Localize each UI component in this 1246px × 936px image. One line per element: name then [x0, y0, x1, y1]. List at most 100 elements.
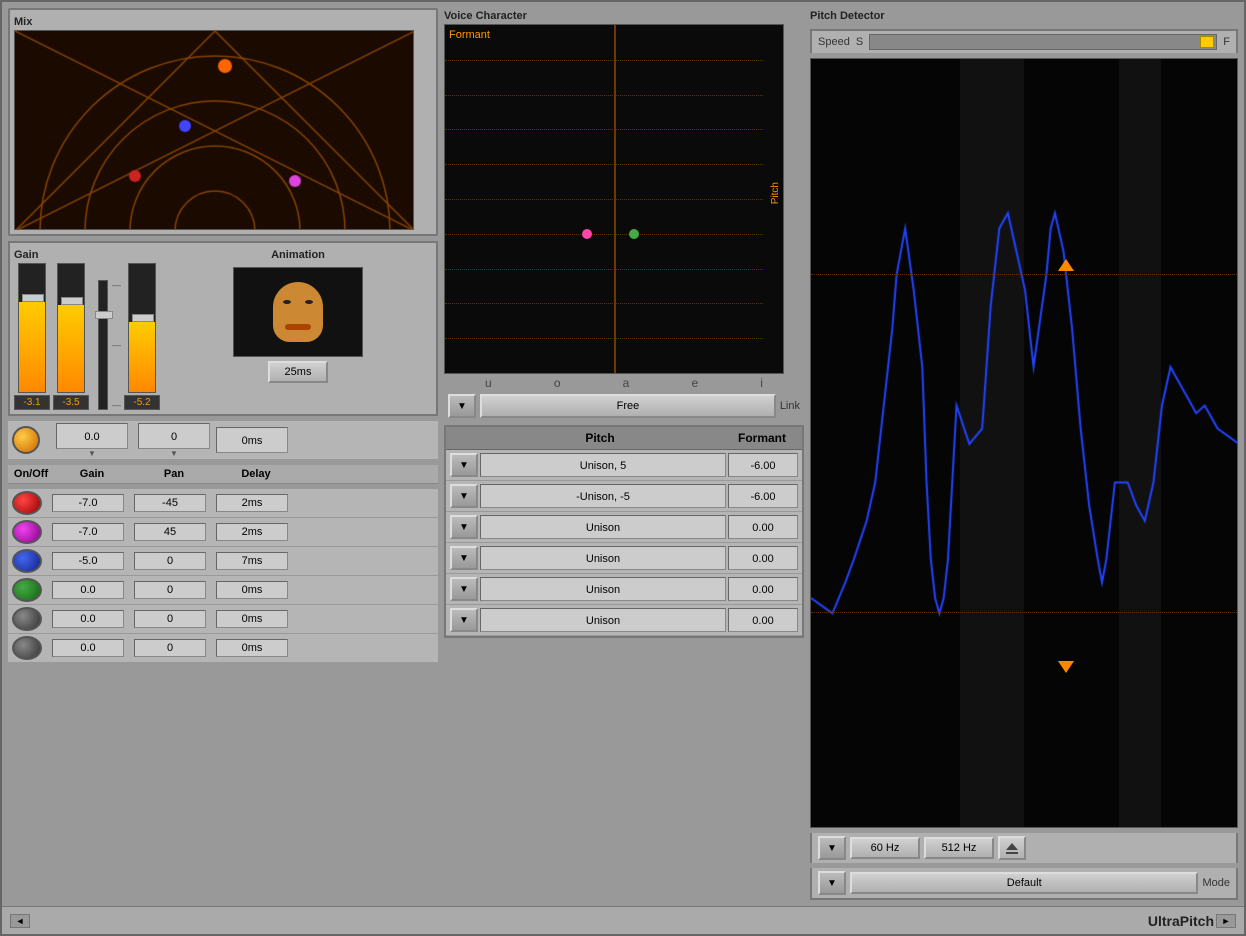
animation-delay-btn[interactable]: 25ms [268, 361, 328, 383]
v-fader-thumb[interactable] [95, 311, 113, 319]
top-pan-field[interactable]: 0 [138, 423, 210, 449]
vc-dot-pink[interactable] [582, 229, 592, 239]
voice1-delay[interactable]: 2ms [216, 494, 288, 512]
pf4-dropdown[interactable]: ▼ [450, 546, 478, 570]
voice2-pan[interactable]: 45 [134, 523, 206, 541]
voice4-delay[interactable]: 0ms [216, 581, 288, 599]
speed-label: Speed [818, 36, 850, 48]
pd-dropdown[interactable]: ▼ [818, 836, 846, 860]
scroll-left[interactable]: ◄ [10, 914, 30, 928]
voice4-onoff-btn[interactable] [12, 578, 42, 602]
voice-rows-container: -7.0 -45 2ms -7.0 [8, 489, 438, 663]
fader2-container: -3.5 [53, 263, 89, 410]
voice4-pan[interactable]: 0 [134, 581, 206, 599]
eye-right [305, 300, 313, 304]
mix-display: L R [14, 30, 414, 230]
pf4-formant[interactable]: 0.00 [728, 546, 798, 570]
pf5-dropdown[interactable]: ▼ [450, 577, 478, 601]
voice5-gain[interactable]: 0.0 [52, 610, 124, 628]
voice6-gain[interactable]: 0.0 [52, 639, 124, 657]
pf2-dropdown[interactable]: ▼ [450, 484, 478, 508]
voice1-onoff-btn[interactable] [12, 491, 42, 515]
mix-section: Mix L R [8, 8, 438, 236]
pf1-pitch[interactable]: Unison, 5 [480, 453, 726, 477]
hz-low-btn[interactable]: 60 Hz [850, 837, 920, 859]
voice5-onoff-btn[interactable] [12, 607, 42, 631]
fader2-value: -3.5 [53, 395, 89, 410]
vc-grid-2 [445, 95, 763, 96]
animation-display [233, 267, 363, 357]
voice2-gain[interactable]: -7.0 [52, 523, 124, 541]
content-area: Mix L R Gain [2, 2, 1244, 906]
vowel-i: i [760, 376, 763, 390]
fader1-track[interactable] [18, 263, 46, 393]
voice5-delay[interactable]: 0ms [216, 610, 288, 628]
pf2-formant[interactable]: -6.00 [728, 484, 798, 508]
voice2-onoff-btn[interactable] [12, 520, 42, 544]
pf3-dropdown[interactable]: ▼ [450, 515, 478, 539]
top-gain-arrow[interactable]: ▼ [84, 449, 100, 457]
vc-pitch-label: Pitch [770, 182, 781, 204]
pf2-pitch[interactable]: -Unison, -5 [480, 484, 726, 508]
bottom-bar: ◄ UltraPitch ► [2, 906, 1244, 934]
scroll-right[interactable]: ► [1216, 914, 1236, 928]
header-pan: Pan [134, 468, 214, 480]
pf3-pitch[interactable]: Unison [480, 515, 726, 539]
fader1-container: -3.1 [14, 263, 50, 410]
vc-formant-label: Formant [449, 29, 490, 41]
fader3-value: -5.2 [124, 395, 160, 410]
pf3-formant[interactable]: 0.00 [728, 515, 798, 539]
speed-slider[interactable] [869, 34, 1217, 50]
voice6-pan[interactable]: 0 [134, 639, 206, 657]
voice3-pan[interactable]: 0 [134, 552, 206, 570]
fader1-value: -3.1 [14, 395, 50, 410]
fader3-track[interactable] [128, 263, 156, 393]
vc-dot-green[interactable] [629, 229, 639, 239]
pf6-dropdown[interactable]: ▼ [450, 608, 478, 632]
voice1-pan[interactable]: -45 [134, 494, 206, 512]
eject-btn[interactable] [998, 836, 1026, 860]
v-fader-track[interactable] [98, 280, 108, 410]
voice3-delay[interactable]: 7ms [216, 552, 288, 570]
free-dropdown-btn[interactable]: ▼ [448, 394, 476, 418]
voice1-gain[interactable]: -7.0 [52, 494, 124, 512]
fader3-fill [129, 322, 155, 392]
voice6-onoff-btn[interactable] [12, 636, 42, 660]
free-btn[interactable]: Free [480, 394, 776, 418]
vowel-u: u [485, 376, 492, 390]
fader1-thumb[interactable] [22, 294, 44, 302]
pf5-formant[interactable]: 0.00 [728, 577, 798, 601]
top-gain-field[interactable]: 0.0 [56, 423, 128, 449]
top-pan-arrow[interactable]: ▼ [166, 449, 182, 457]
mode-dropdown[interactable]: ▼ [818, 871, 846, 895]
left-panel: Mix L R Gain [8, 8, 438, 900]
voice3-gain[interactable]: -5.0 [52, 552, 124, 570]
voice2-delay[interactable]: 2ms [216, 523, 288, 541]
top-onoff-btn[interactable] [12, 426, 40, 454]
voice4-gain[interactable]: 0.0 [52, 581, 124, 599]
gain-faders: -3.1 -3.5 [14, 263, 160, 410]
header-delay: Delay [216, 468, 296, 480]
top-delay-field[interactable]: 0ms [216, 427, 288, 453]
pf4-pitch[interactable]: Unison [480, 546, 726, 570]
voice5-pan[interactable]: 0 [134, 610, 206, 628]
pf-pitch-header: Pitch [478, 427, 722, 449]
mode-field[interactable]: Default [850, 872, 1198, 894]
pf-row-3: ▼ Unison 0.00 [446, 512, 802, 543]
voice3-onoff-btn[interactable] [12, 549, 42, 573]
speed-thumb[interactable] [1200, 36, 1214, 48]
pf1-formant[interactable]: -6.00 [728, 453, 798, 477]
pf1-dropdown[interactable]: ▼ [450, 453, 478, 477]
fader3-thumb[interactable] [132, 314, 154, 322]
speed-row: Speed S F [810, 29, 1238, 53]
voice6-delay[interactable]: 0ms [216, 639, 288, 657]
pf5-pitch[interactable]: Unison [480, 577, 726, 601]
pd-marker-bottom [1058, 661, 1074, 673]
fader1-fill [19, 302, 45, 392]
pf6-formant[interactable]: 0.00 [728, 608, 798, 632]
pf6-pitch[interactable]: Unison [480, 608, 726, 632]
fader2-thumb[interactable] [61, 297, 83, 305]
hz-high-btn[interactable]: 512 Hz [924, 837, 994, 859]
fader2-track[interactable] [57, 263, 85, 393]
header-onoff: On/Off [12, 468, 50, 480]
